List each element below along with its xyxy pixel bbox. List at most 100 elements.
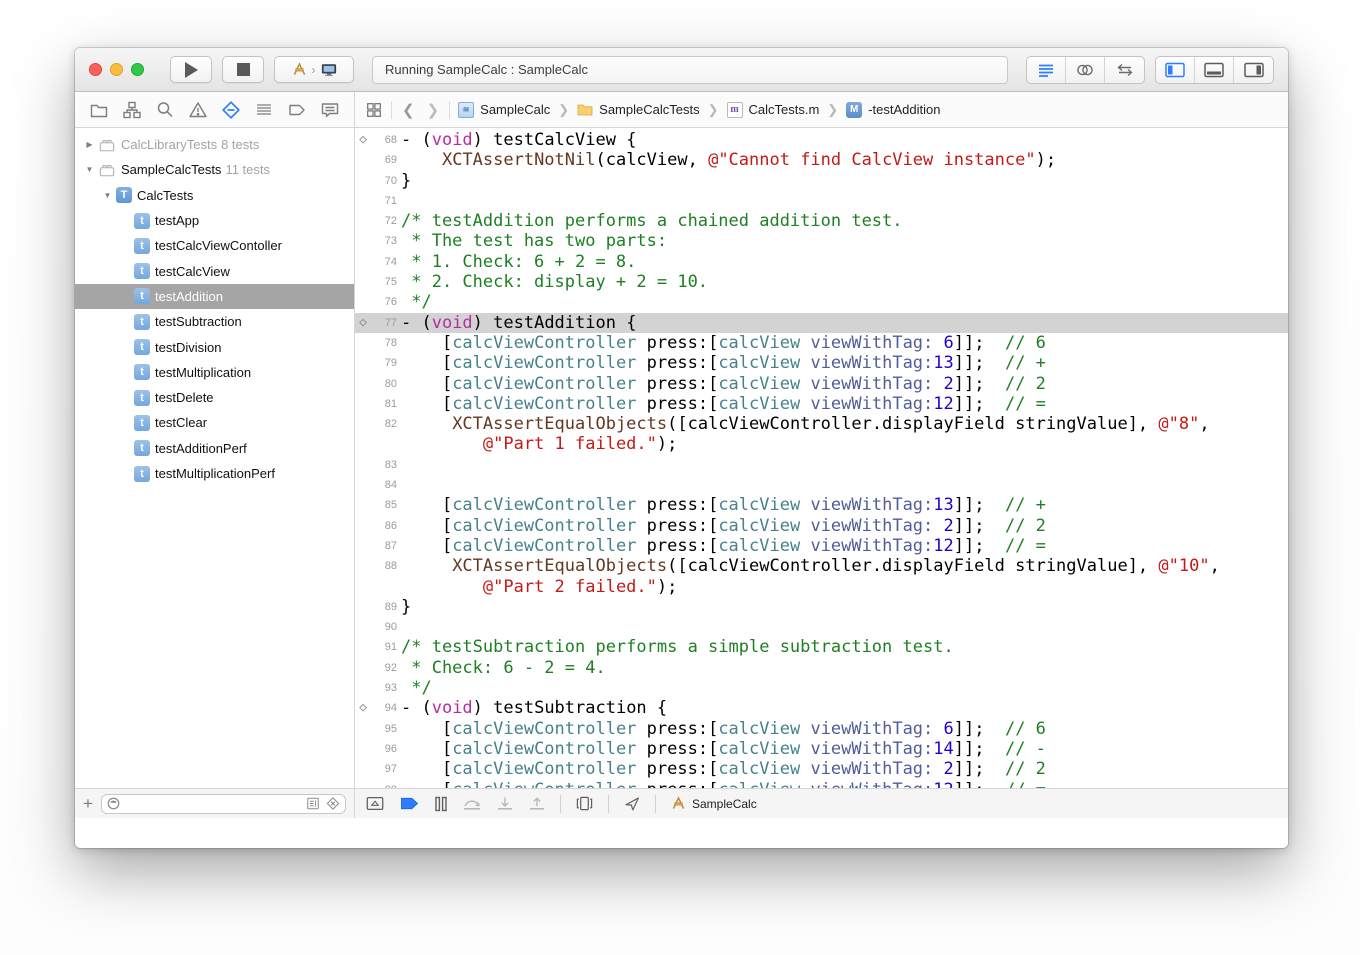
code-line-89[interactable]: 89} [355, 597, 1288, 617]
hide-debug-area-button[interactable] [365, 795, 385, 812]
sidebar-item-testAdditionPerf[interactable]: ttestAdditionPerf [75, 436, 354, 461]
sidebar-item-testApp[interactable]: ttestApp [75, 208, 354, 233]
filter-field[interactable] [101, 794, 346, 814]
sidebar-item-testDivision[interactable]: ttestDivision [75, 334, 354, 359]
code-line-79[interactable]: 79 [calcViewController press:[calcView v… [355, 353, 1288, 373]
toggle-navigator-button[interactable] [1156, 57, 1195, 83]
breakpoint-navigator-icon[interactable] [286, 99, 308, 121]
sidebar-item-SampleCalcTests[interactable]: ▼SampleCalcTests11 tests [75, 157, 354, 182]
code-line-78[interactable]: 78 [calcViewController press:[calcView v… [355, 333, 1288, 353]
code-line-82[interactable]: 82 XCTAssertEqualObjects([calcViewContro… [355, 414, 1288, 434]
list-badge-icon[interactable] [305, 796, 321, 811]
view-hierarchy-button[interactable] [575, 795, 594, 812]
sidebar-item-testMultiplication[interactable]: ttestMultiplication [75, 360, 354, 385]
code-line-85[interactable]: 85 [calcViewController press:[calcView v… [355, 495, 1288, 515]
issue-navigator-icon[interactable] [187, 99, 209, 121]
step-out-button[interactable] [528, 796, 546, 812]
code-line-83[interactable]: 83 [355, 455, 1288, 475]
simulate-location-button[interactable] [623, 795, 641, 812]
test-navigator-icon[interactable] [220, 99, 242, 121]
source-editor[interactable]: ◇68- (void) testCalcView {69 XCTAssertNo… [355, 128, 1288, 818]
sidebar-item-testCalcView[interactable]: ttestCalcView [75, 258, 354, 283]
test-diamond-icon[interactable]: ◇ [355, 698, 371, 718]
code-line-74[interactable]: 74 * 1. Check: 6 + 2 = 8. [355, 252, 1288, 272]
project-navigator-icon[interactable] [88, 99, 110, 121]
pause-button[interactable] [434, 796, 448, 812]
scheme-selector[interactable]: › [274, 56, 354, 83]
step-over-button[interactable] [462, 796, 482, 812]
sidebar-item-testAddition[interactable]: ttestAddition [75, 284, 354, 309]
sidebar-item-CalcTests[interactable]: ▼TCalcTests [75, 183, 354, 208]
stop-button[interactable] [222, 56, 264, 83]
disclosure-down-icon[interactable]: ▼ [83, 165, 96, 174]
code-line-91[interactable]: 91/* testSubtraction performs a simple s… [355, 637, 1288, 657]
code-line-90[interactable]: 90 [355, 617, 1288, 637]
mfile-icon: m [727, 102, 743, 118]
back-button[interactable]: ❮ [400, 101, 417, 119]
report-navigator-icon[interactable] [319, 99, 341, 121]
code-line-wrap[interactable]: @"Part 2 failed."); [355, 577, 1288, 597]
code-line-86[interactable]: 86 [calcViewController press:[calcView v… [355, 516, 1288, 536]
code-line-87[interactable]: 87 [calcViewController press:[calcView v… [355, 536, 1288, 556]
test-diamond-icon[interactable]: ◇ [355, 313, 371, 333]
failed-tests-filter-icon[interactable] [325, 796, 341, 811]
breakpoints-toggle-button[interactable] [399, 796, 420, 811]
code-line-72[interactable]: 72/* testAddition performs a chained add… [355, 211, 1288, 231]
code-line-68[interactable]: ◇68- (void) testCalcView { [355, 130, 1288, 150]
code-line-76[interactable]: 76 */ [355, 292, 1288, 312]
disclosure-down-icon[interactable]: ▼ [101, 191, 114, 200]
sidebar-item-testMultiplicationPerf[interactable]: ttestMultiplicationPerf [75, 461, 354, 486]
code-line-69[interactable]: 69 XCTAssertNotNil(calcView, @"Cannot fi… [355, 150, 1288, 170]
standard-editor-button[interactable] [1027, 57, 1066, 83]
breadcrumb-item[interactable]: SampleCalcTests [599, 102, 699, 117]
code-line-75[interactable]: 75 * 2. Check: display + 2 = 10. [355, 272, 1288, 292]
zoom-button[interactable] [131, 63, 144, 76]
breadcrumb-item[interactable]: -testAddition [868, 102, 940, 117]
code-line-98[interactable]: 98 [calcViewController press:[calcView v… [355, 780, 1288, 789]
toggle-utilities-button[interactable] [1234, 57, 1273, 83]
debug-process[interactable]: SampleCalc [670, 795, 757, 812]
code-line-97[interactable]: 97 [calcViewController press:[calcView v… [355, 759, 1288, 779]
code-line-88[interactable]: 88 XCTAssertEqualObjects([calcViewContro… [355, 556, 1288, 576]
add-button[interactable]: + [83, 795, 93, 812]
code-line-70[interactable]: 70} [355, 171, 1288, 191]
code-line-77[interactable]: ◇77- (void) testAddition { [355, 313, 1288, 333]
code-line-wrap[interactable]: @"Part 1 failed."); [355, 434, 1288, 454]
toggle-debug-area-button[interactable] [1195, 57, 1234, 83]
disclosure-right-icon[interactable]: ▶ [83, 140, 96, 149]
debug-navigator-icon[interactable] [253, 99, 275, 121]
gutter: 87 [355, 536, 401, 556]
minimize-button[interactable] [110, 63, 123, 76]
code-line-95[interactable]: 95 [calcViewController press:[calcView v… [355, 719, 1288, 739]
code-line-84[interactable]: 84 [355, 475, 1288, 495]
code-area[interactable]: ◇68- (void) testCalcView {69 XCTAssertNo… [355, 128, 1288, 788]
code-line-92[interactable]: 92 * Check: 6 - 2 = 4. [355, 658, 1288, 678]
code-line-81[interactable]: 81 [calcViewController press:[calcView v… [355, 394, 1288, 414]
code-line-94[interactable]: ◇94- (void) testSubtraction { [355, 698, 1288, 718]
sidebar-item-CalcLibraryTests[interactable]: ▶CalcLibraryTests8 tests [75, 132, 354, 157]
sidebar-item-testCalcViewContoller[interactable]: ttestCalcViewContoller [75, 233, 354, 258]
sidebar-item-testDelete[interactable]: ttestDelete [75, 385, 354, 410]
code-line-71[interactable]: 71 [355, 191, 1288, 211]
code-line-96[interactable]: 96 [calcViewController press:[calcView v… [355, 739, 1288, 759]
code-line-80[interactable]: 80 [calcViewController press:[calcView v… [355, 374, 1288, 394]
run-button[interactable] [170, 56, 212, 83]
gutter [355, 434, 401, 454]
sidebar-item-testSubtraction[interactable]: ttestSubtraction [75, 309, 354, 334]
forward-button[interactable]: ❯ [425, 101, 442, 119]
close-button[interactable] [89, 63, 102, 76]
gutter: 95 [355, 719, 401, 739]
symbol-navigator-icon[interactable] [121, 99, 143, 121]
code-line-73[interactable]: 73 * The test has two parts: [355, 231, 1288, 251]
breadcrumb-item[interactable]: CalcTests.m [749, 102, 820, 117]
version-editor-button[interactable] [1105, 57, 1144, 83]
find-navigator-icon[interactable] [154, 99, 176, 121]
step-into-button[interactable] [496, 796, 514, 812]
sidebar-item-testClear[interactable]: ttestClear [75, 410, 354, 435]
breadcrumb-item[interactable]: SampleCalc [480, 102, 550, 117]
test-diamond-icon[interactable]: ◇ [355, 130, 371, 150]
line-number: 77 [371, 313, 401, 333]
assistant-editor-button[interactable] [1066, 57, 1105, 83]
related-items-icon[interactable] [365, 101, 383, 119]
code-line-93[interactable]: 93 */ [355, 678, 1288, 698]
